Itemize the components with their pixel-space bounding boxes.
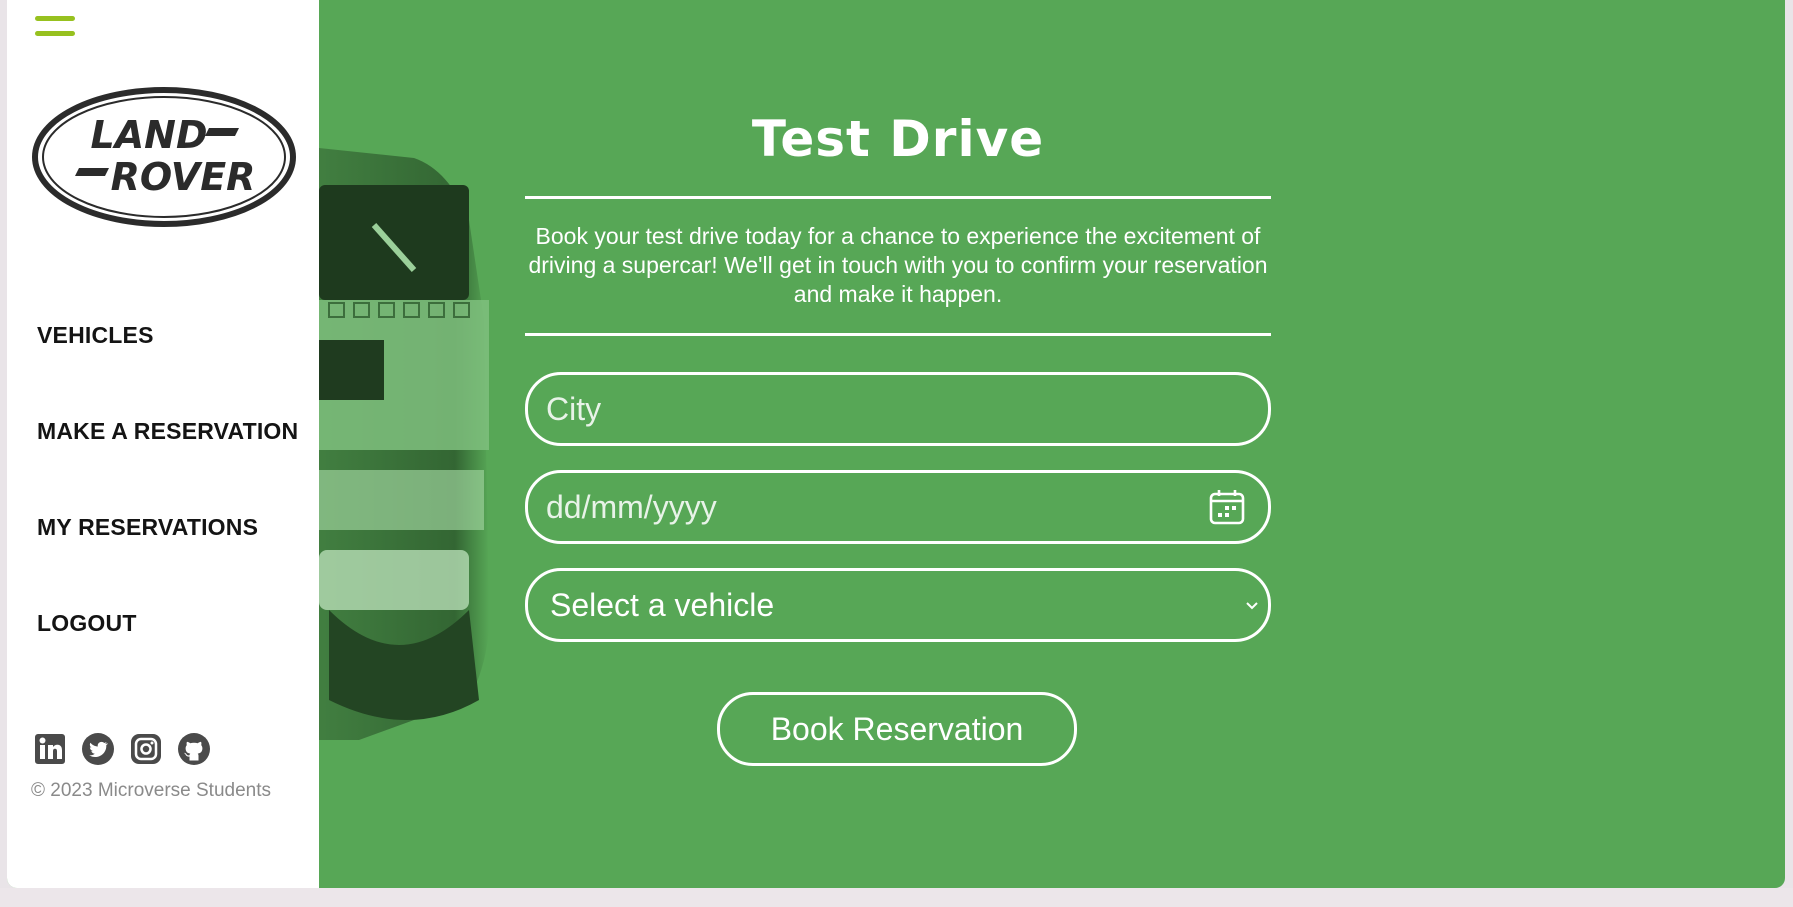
twitter-icon[interactable] — [81, 732, 115, 766]
logo-text-rover: ROVER — [111, 155, 256, 199]
calendar-icon[interactable] — [1208, 488, 1246, 526]
sidebar: LAND ROVER VEHICLES MAKE A RESERVATION M… — [7, 0, 319, 888]
city-input[interactable]: City — [525, 372, 1271, 446]
vehicle-select[interactable]: Select a vehicle — [525, 568, 1271, 642]
hamburger-menu-icon[interactable] — [35, 14, 75, 40]
nav-item-make-reservation[interactable]: MAKE A RESERVATION — [37, 418, 298, 445]
city-placeholder: City — [546, 391, 602, 427]
nav-item-my-reservations[interactable]: MY RESERVATIONS — [37, 514, 258, 541]
date-placeholder: dd/mm/yyyy — [546, 489, 717, 525]
description-divider — [525, 333, 1271, 336]
description-text: Book your test drive today for a chance … — [528, 223, 1268, 307]
page-title: Test Drive — [751, 110, 1045, 168]
linkedin-icon[interactable] — [33, 732, 67, 766]
copyright-text: © 2023 Microverse Students — [31, 780, 272, 801]
nav-item-vehicles[interactable]: VEHICLES — [37, 322, 154, 349]
title-divider — [525, 196, 1271, 199]
nav-item-logout[interactable]: LOGOUT — [37, 610, 137, 637]
book-reservation-button[interactable]: Book Reservation — [717, 692, 1077, 766]
app-window: LAND ROVER VEHICLES MAKE A RESERVATION M… — [7, 0, 1785, 888]
chevron-down-icon[interactable] — [1244, 598, 1260, 612]
instagram-icon[interactable] — [129, 732, 163, 766]
vehicle-select-value: Select a vehicle — [550, 587, 775, 623]
car-background-image — [319, 148, 489, 740]
github-icon[interactable] — [177, 732, 211, 766]
logo-text-land: LAND — [91, 113, 208, 157]
land-rover-logo[interactable]: LAND ROVER — [31, 86, 297, 228]
date-input[interactable]: dd/mm/yyyy — [525, 470, 1271, 544]
window-bottom-strip — [0, 888, 1793, 907]
